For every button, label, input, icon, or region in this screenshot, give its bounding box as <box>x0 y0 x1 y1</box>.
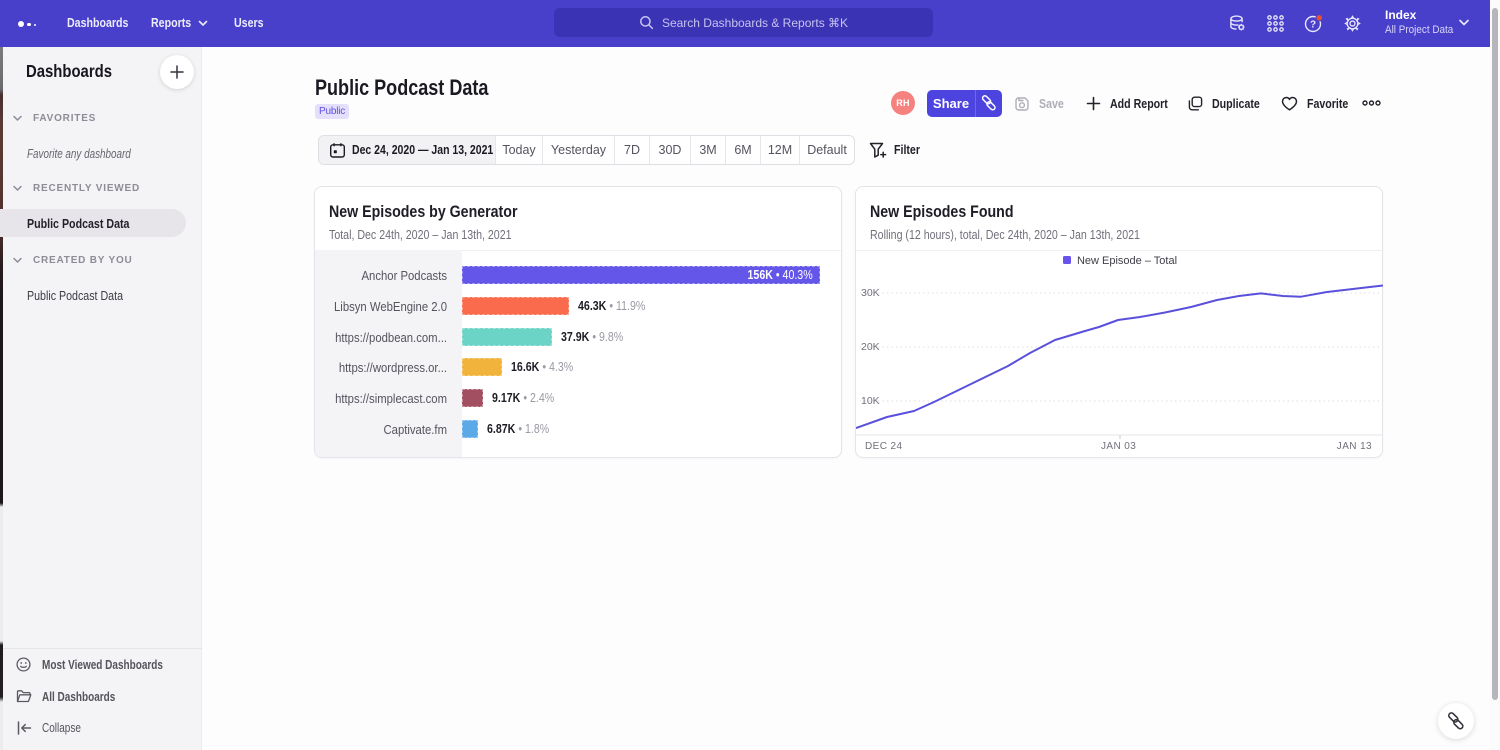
svg-text:?: ? <box>1310 20 1316 31</box>
